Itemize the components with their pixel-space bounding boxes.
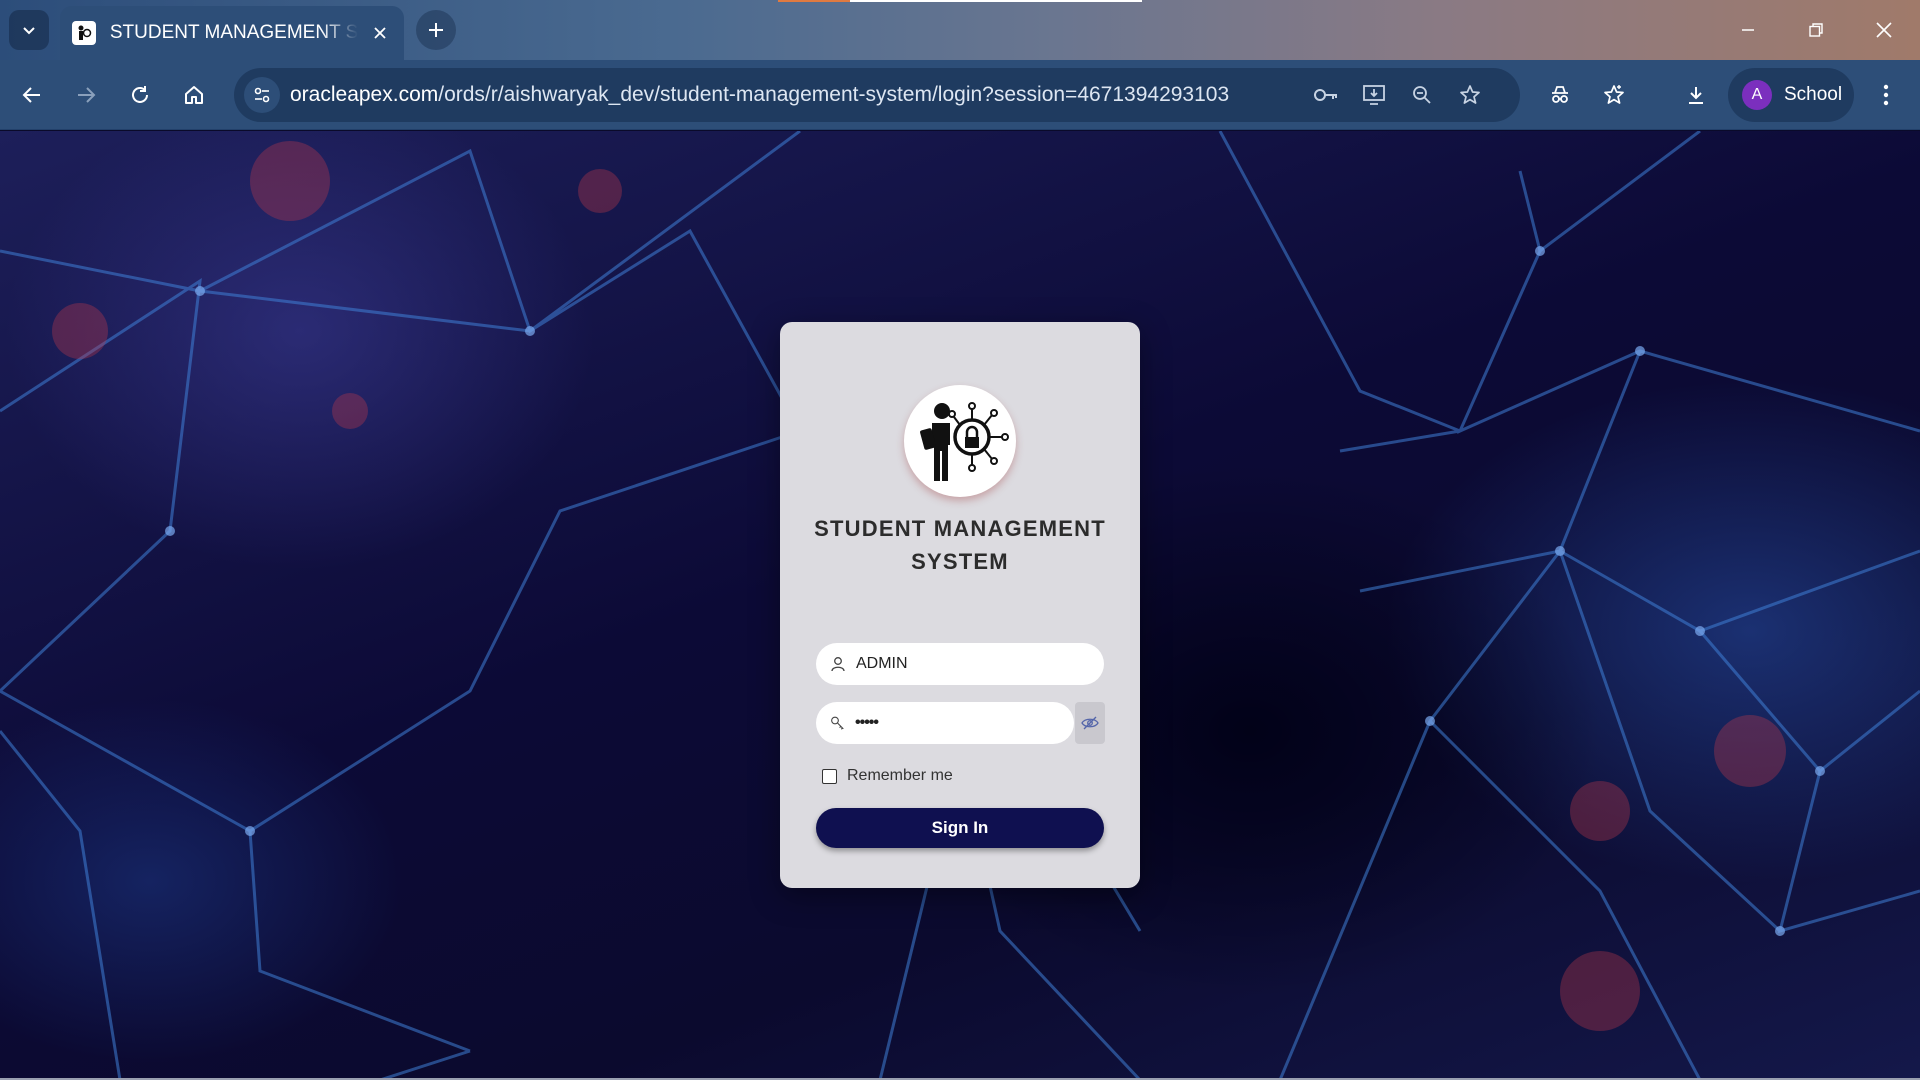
plus-icon [429, 23, 443, 37]
profile-button[interactable]: A School [1728, 68, 1854, 122]
password-key-button[interactable] [1308, 77, 1344, 113]
tune-icon [254, 87, 270, 103]
browser-toolbar: oracleapex.com/ords/r/aishwaryak_dev/stu… [0, 60, 1920, 130]
browser-tab-strip: STUDENT MANAGEMENT SYSTEM [0, 0, 1920, 60]
password-field[interactable] [816, 702, 1074, 744]
install-app-icon [1363, 85, 1385, 105]
new-tab-button[interactable] [416, 10, 456, 50]
student-security-logo-icon [920, 402, 1009, 481]
username-input[interactable] [856, 655, 1086, 673]
remember-me-row[interactable]: Remember me [822, 767, 953, 785]
show-password-button[interactable] [1075, 702, 1105, 744]
url-domain: oracleapex.com [290, 83, 439, 106]
incognito-button[interactable] [1540, 75, 1580, 115]
user-icon [831, 657, 845, 672]
arrow-right-icon [78, 87, 96, 103]
key-icon [831, 716, 844, 730]
restore-button[interactable] [1782, 0, 1850, 60]
arrow-left-icon [22, 87, 40, 103]
address-bar[interactable]: oracleapex.com/ords/r/aishwaryak_dev/stu… [234, 68, 1520, 122]
tab-search-button[interactable] [9, 10, 49, 50]
favorites-button[interactable] [1594, 75, 1634, 115]
minimize-icon [1742, 29, 1754, 31]
favorites-star-icon [1604, 85, 1624, 104]
install-app-button[interactable] [1356, 77, 1392, 113]
close-window-button[interactable] [1850, 0, 1918, 60]
minimize-button[interactable] [1714, 0, 1782, 60]
avatar: A [1742, 80, 1772, 110]
sign-in-button[interactable]: Sign In [816, 808, 1104, 848]
url-text[interactable]: oracleapex.com/ords/r/aishwaryak_dev/stu… [290, 83, 1229, 107]
chevron-down-icon [23, 27, 35, 35]
restore-icon [1809, 23, 1823, 37]
site-info-button[interactable] [244, 77, 280, 113]
login-page-background: STUDENT MANAGEMENT SYSTEM Remember me Si… [0, 131, 1920, 1080]
downloads-button[interactable] [1676, 75, 1716, 115]
home-icon [185, 86, 203, 104]
key-icon [1314, 89, 1337, 101]
username-field[interactable] [816, 643, 1104, 685]
password-input[interactable] [855, 714, 1074, 732]
reload-button[interactable] [120, 75, 160, 115]
app-logo [904, 385, 1016, 497]
bookmark-star-button[interactable] [1452, 77, 1488, 113]
forward-button[interactable] [66, 75, 106, 115]
remember-me-checkbox[interactable] [822, 768, 837, 784]
zoom-button[interactable] [1404, 77, 1440, 113]
remember-me-label[interactable]: Remember me [847, 767, 953, 785]
reload-icon [132, 86, 148, 103]
back-button[interactable] [12, 75, 52, 115]
browser-menu-button[interactable] [1866, 75, 1906, 115]
incognito-icon [1552, 86, 1568, 103]
tab-title: STUDENT MANAGEMENT SYSTEM [109, 22, 359, 43]
profile-name: School [1784, 84, 1843, 105]
close-icon [374, 27, 386, 39]
download-icon [1689, 87, 1703, 104]
active-tab[interactable]: STUDENT MANAGEMENT SYSTEM [60, 6, 404, 60]
home-button[interactable] [174, 75, 214, 115]
app-favicon-icon [72, 21, 96, 45]
login-card: STUDENT MANAGEMENT SYSTEM Remember me Si… [780, 322, 1140, 888]
zoom-out-icon [1413, 86, 1431, 104]
login-title: STUDENT MANAGEMENT SYSTEM [814, 516, 1106, 574]
star-icon [1460, 85, 1480, 104]
tab-close-button[interactable] [368, 21, 392, 45]
close-icon [1876, 22, 1892, 38]
eye-slash-icon [1081, 716, 1099, 730]
more-vertical-icon [1883, 84, 1889, 106]
page-loading-bar [778, 0, 1142, 2]
url-path: /ords/r/aishwaryak_dev/student-managemen… [438, 83, 1230, 106]
